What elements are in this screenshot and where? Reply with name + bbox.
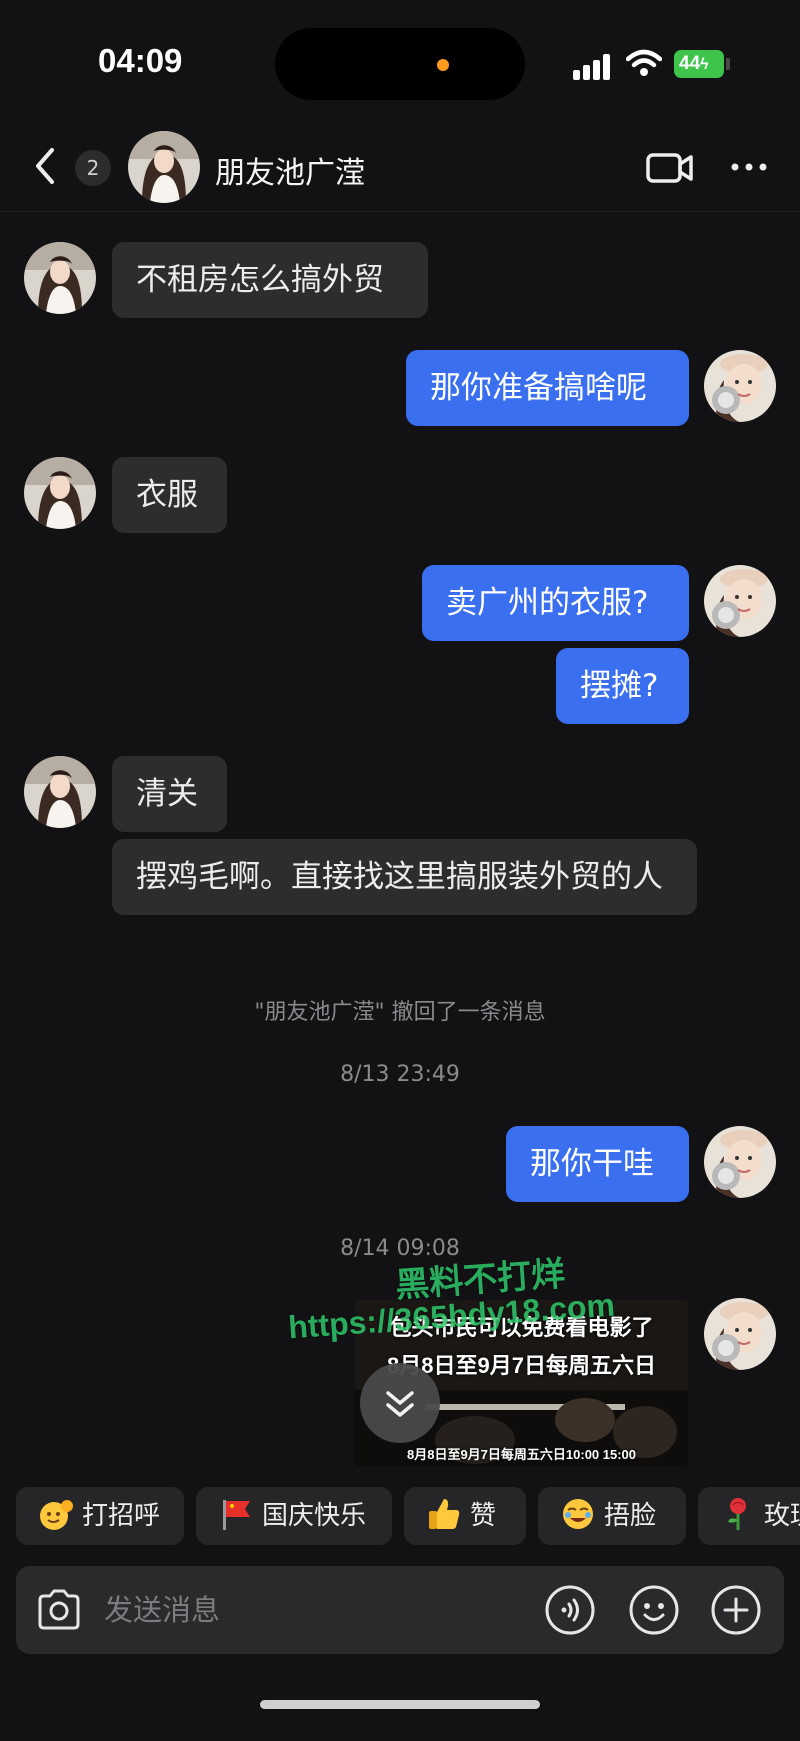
contact-avatar[interactable] <box>128 131 200 203</box>
message-bubble-outgoing[interactable]: 卖广州的衣服? <box>422 565 689 641</box>
chat-header: 2 朋友池广滢 <box>0 120 800 212</box>
contact-avatar[interactable] <box>24 457 96 529</box>
plus-icon[interactable] <box>710 1584 762 1636</box>
quick-reply-label: 国庆快乐 <box>262 1501 367 1531</box>
my-avatar[interactable] <box>704 1126 776 1198</box>
quick-reply-label: 打招呼 <box>82 1501 161 1531</box>
message-bubble-incoming[interactable]: 清关 <box>112 756 227 832</box>
quick-reply-national-day[interactable]: 国庆快乐 <box>196 1487 392 1545</box>
contact-avatar[interactable] <box>24 242 96 314</box>
contact-avatar[interactable] <box>24 756 96 828</box>
quick-reply-like[interactable]: 赞 <box>404 1487 526 1545</box>
battery-level: 44 <box>679 53 701 74</box>
wave-face-icon <box>40 1499 73 1530</box>
my-avatar[interactable] <box>704 350 776 422</box>
my-avatar[interactable] <box>704 1298 776 1370</box>
message-bubble-incoming[interactable]: 摆鸡毛啊。直接找这里搞服装外贸的人 <box>112 839 697 915</box>
message-bubble-incoming[interactable]: 不租房怎么搞外贸 <box>112 242 428 318</box>
video-call-icon[interactable] <box>645 148 695 188</box>
video-title-line: 包头市民可以免费看电影了 <box>389 1315 654 1340</box>
recording-indicator-dot <box>437 59 449 71</box>
unread-count-badge[interactable]: 2 <box>75 150 111 186</box>
status-bar: 04:09 44ϟ <box>0 0 800 120</box>
chat-title[interactable]: 朋友池广滢 <box>215 148 365 192</box>
scroll-to-bottom-button[interactable] <box>360 1363 440 1443</box>
message-bubble-outgoing[interactable]: 那你准备搞啥呢 <box>406 350 689 426</box>
quick-reply-label: 玫瑰 <box>764 1501 800 1531</box>
red-flag-icon <box>223 1499 250 1530</box>
double-chevron-down-icon <box>386 1391 414 1417</box>
message-bubble-incoming[interactable]: 衣服 <box>112 457 227 533</box>
voice-icon[interactable] <box>544 1584 596 1636</box>
my-avatar[interactable] <box>704 565 776 637</box>
battery-charging-icon: 44ϟ <box>674 50 724 78</box>
timestamp: 8/14 09:08 <box>340 1236 460 1261</box>
quick-reply-wave[interactable]: 打招呼 <box>16 1487 184 1545</box>
home-indicator[interactable] <box>260 1700 540 1709</box>
wifi-icon <box>626 49 662 76</box>
quick-reply-rose[interactable]: 玫瑰 <box>698 1487 800 1545</box>
video-caption: 8月8日至9月7日每周五六日10:00 15:00 <box>406 1447 637 1462</box>
cellular-signal-icon <box>573 54 613 80</box>
message-bubble-outgoing[interactable]: 摆摊? <box>556 648 689 724</box>
recall-notice: "朋友池广滢" 撤回了一条消息 <box>254 1000 546 1025</box>
rose-icon <box>728 1497 746 1530</box>
status-time: 04:09 <box>98 42 183 79</box>
thumbs-up-icon <box>429 1498 460 1529</box>
quick-reply-facepalm[interactable]: 捂脸 <box>538 1487 686 1545</box>
camera-icon[interactable] <box>34 1586 84 1634</box>
quick-reply-row: 打招呼 国庆快乐 赞 捂脸 玫瑰 <box>0 1484 800 1546</box>
quick-reply-label: 赞 <box>470 1501 497 1531</box>
timestamp: 8/13 23:49 <box>340 1062 460 1087</box>
emoji-icon[interactable] <box>628 1584 680 1636</box>
message-composer <box>16 1566 784 1654</box>
quick-reply-label: 捂脸 <box>604 1501 657 1531</box>
dynamic-island <box>275 28 525 100</box>
back-icon[interactable] <box>30 144 60 188</box>
message-input[interactable] <box>104 1584 544 1636</box>
facepalm-icon <box>563 1498 593 1529</box>
more-icon[interactable] <box>728 150 770 184</box>
message-bubble-outgoing[interactable]: 那你干哇 <box>506 1126 689 1202</box>
battery-cap <box>726 58 730 70</box>
